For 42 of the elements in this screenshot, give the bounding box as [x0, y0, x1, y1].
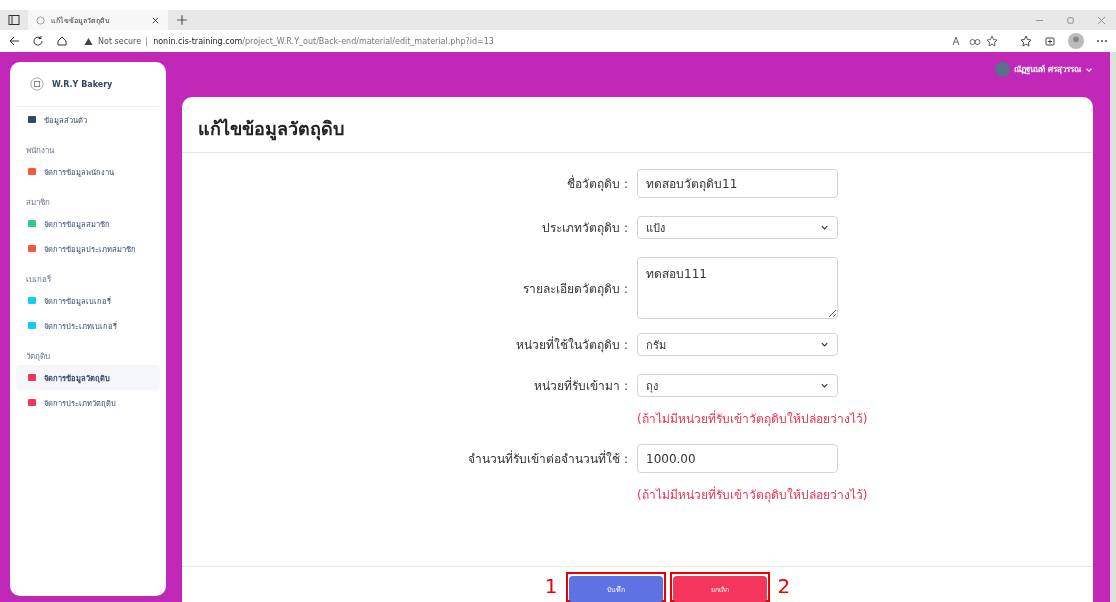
sidebar-heading: เบเกอรี่ — [25, 273, 52, 286]
close-icon[interactable] — [151, 15, 160, 25]
field-label: หน่วยที่รับเข้ามา : — [533, 376, 628, 395]
user-menu[interactable]: ณัฏฐนนท์ ศรสุวรรณ — [995, 62, 1093, 77]
avatar-icon — [995, 62, 1011, 77]
select-field[interactable]: แป้ง — [637, 216, 838, 239]
collections-icon[interactable] — [1044, 35, 1056, 47]
page-icon — [36, 15, 45, 25]
annotation-number: 1 — [544, 575, 558, 597]
profile-icon[interactable] — [1068, 33, 1084, 49]
warning-icon — [84, 36, 93, 46]
input-field[interactable]: 1000.00 — [637, 444, 838, 473]
new-tab-icon[interactable] — [176, 14, 188, 26]
select-field[interactable]: กรัม — [637, 333, 838, 356]
hint-text: (ถ้าไม่มีหน่วยที่รับเข้าวัตถุดิบให้ปล่อยว่างไว้) — [637, 409, 868, 428]
caret-icon — [820, 381, 829, 390]
input-field[interactable]: ทดสอบวัตถุดิบ11 — [637, 169, 838, 198]
back-icon[interactable] — [8, 35, 20, 47]
sidebar-heading: วัตถุดิบ — [25, 351, 51, 363]
favorites-icon[interactable] — [1020, 35, 1032, 47]
field-label: จำนวนที่รับเข้าต่อจำนวนที่ใช้ : — [467, 449, 628, 468]
page-title: แก้ไขข้อมูลวัตถุดิบ — [182, 97, 1093, 153]
tab-list-icon[interactable] — [8, 14, 20, 26]
annotation-number: 2 — [777, 575, 791, 597]
star-icon[interactable] — [986, 35, 998, 47]
field-label: ชื่อวัตถุดิบ : — [566, 174, 628, 193]
select-field[interactable]: ถุง — [637, 374, 838, 397]
hint-text: (ถ้าไม่มีหน่วยที่รับเข้าวัตถุดิบให้ปล่อยว่างไว้) — [637, 485, 868, 504]
caret-icon — [820, 340, 829, 349]
textarea-field[interactable]: ทดสอบ111 — [637, 257, 838, 319]
security-label: Not secure — [98, 36, 142, 46]
sidebar-heading: พนักงาน — [25, 145, 56, 157]
bakery-logo-icon — [30, 77, 44, 91]
field-label: ประเภทวัตถุดิบ : — [541, 220, 628, 237]
brand-name: W.R.Y Bakery — [52, 79, 113, 89]
url-text: nonin.cis-training.com/project_W.R.Y_out/Back-end/material/edit_material.php?id=13 — [146, 36, 494, 46]
sidebar-heading: สมาชิก — [25, 197, 51, 209]
field-label: รายละเอียดวัตถุดิบ : — [522, 280, 628, 298]
field-label: หน่วยที่ใช้ในวัตถุดิบ : — [515, 335, 628, 354]
reload-icon[interactable] — [32, 35, 44, 47]
home-icon[interactable] — [56, 35, 68, 47]
caret-icon — [820, 223, 829, 232]
